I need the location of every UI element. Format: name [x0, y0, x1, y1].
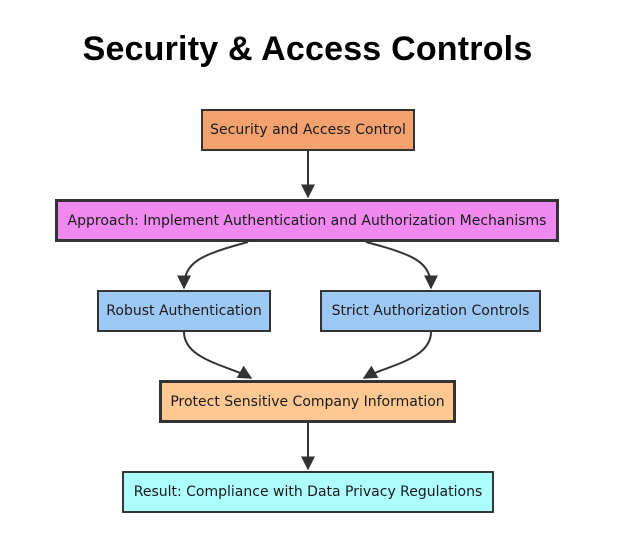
- node-authentication-label: Robust Authentication: [106, 303, 262, 319]
- node-protect-sensitive-information: Protect Sensitive Company Information: [159, 380, 456, 423]
- edge-authorization-to-protect: [362, 331, 432, 379]
- edge-authentication-to-protect: [183, 331, 253, 379]
- node-authorization-label: Strict Authorization Controls: [331, 303, 530, 319]
- node-security-label: Security and Access Control: [210, 122, 406, 138]
- node-approach-label: Approach: Implement Authentication and A…: [67, 212, 547, 229]
- node-result-compliance: Result: Compliance with Data Privacy Reg…: [122, 471, 494, 513]
- node-robust-authentication: Robust Authentication: [97, 290, 271, 332]
- node-strict-authorization-controls: Strict Authorization Controls: [320, 290, 541, 332]
- node-result-label: Result: Compliance with Data Privacy Reg…: [133, 484, 483, 500]
- node-protect-label: Protect Sensitive Company Information: [170, 393, 445, 410]
- edges-layer: [177, 151, 438, 471]
- edge-approach-to-authentication: [177, 241, 249, 290]
- node-approach: Approach: Implement Authentication and A…: [55, 199, 559, 242]
- node-security-and-access-control: Security and Access Control: [201, 109, 415, 151]
- edge-approach-to-authorization: [365, 241, 438, 290]
